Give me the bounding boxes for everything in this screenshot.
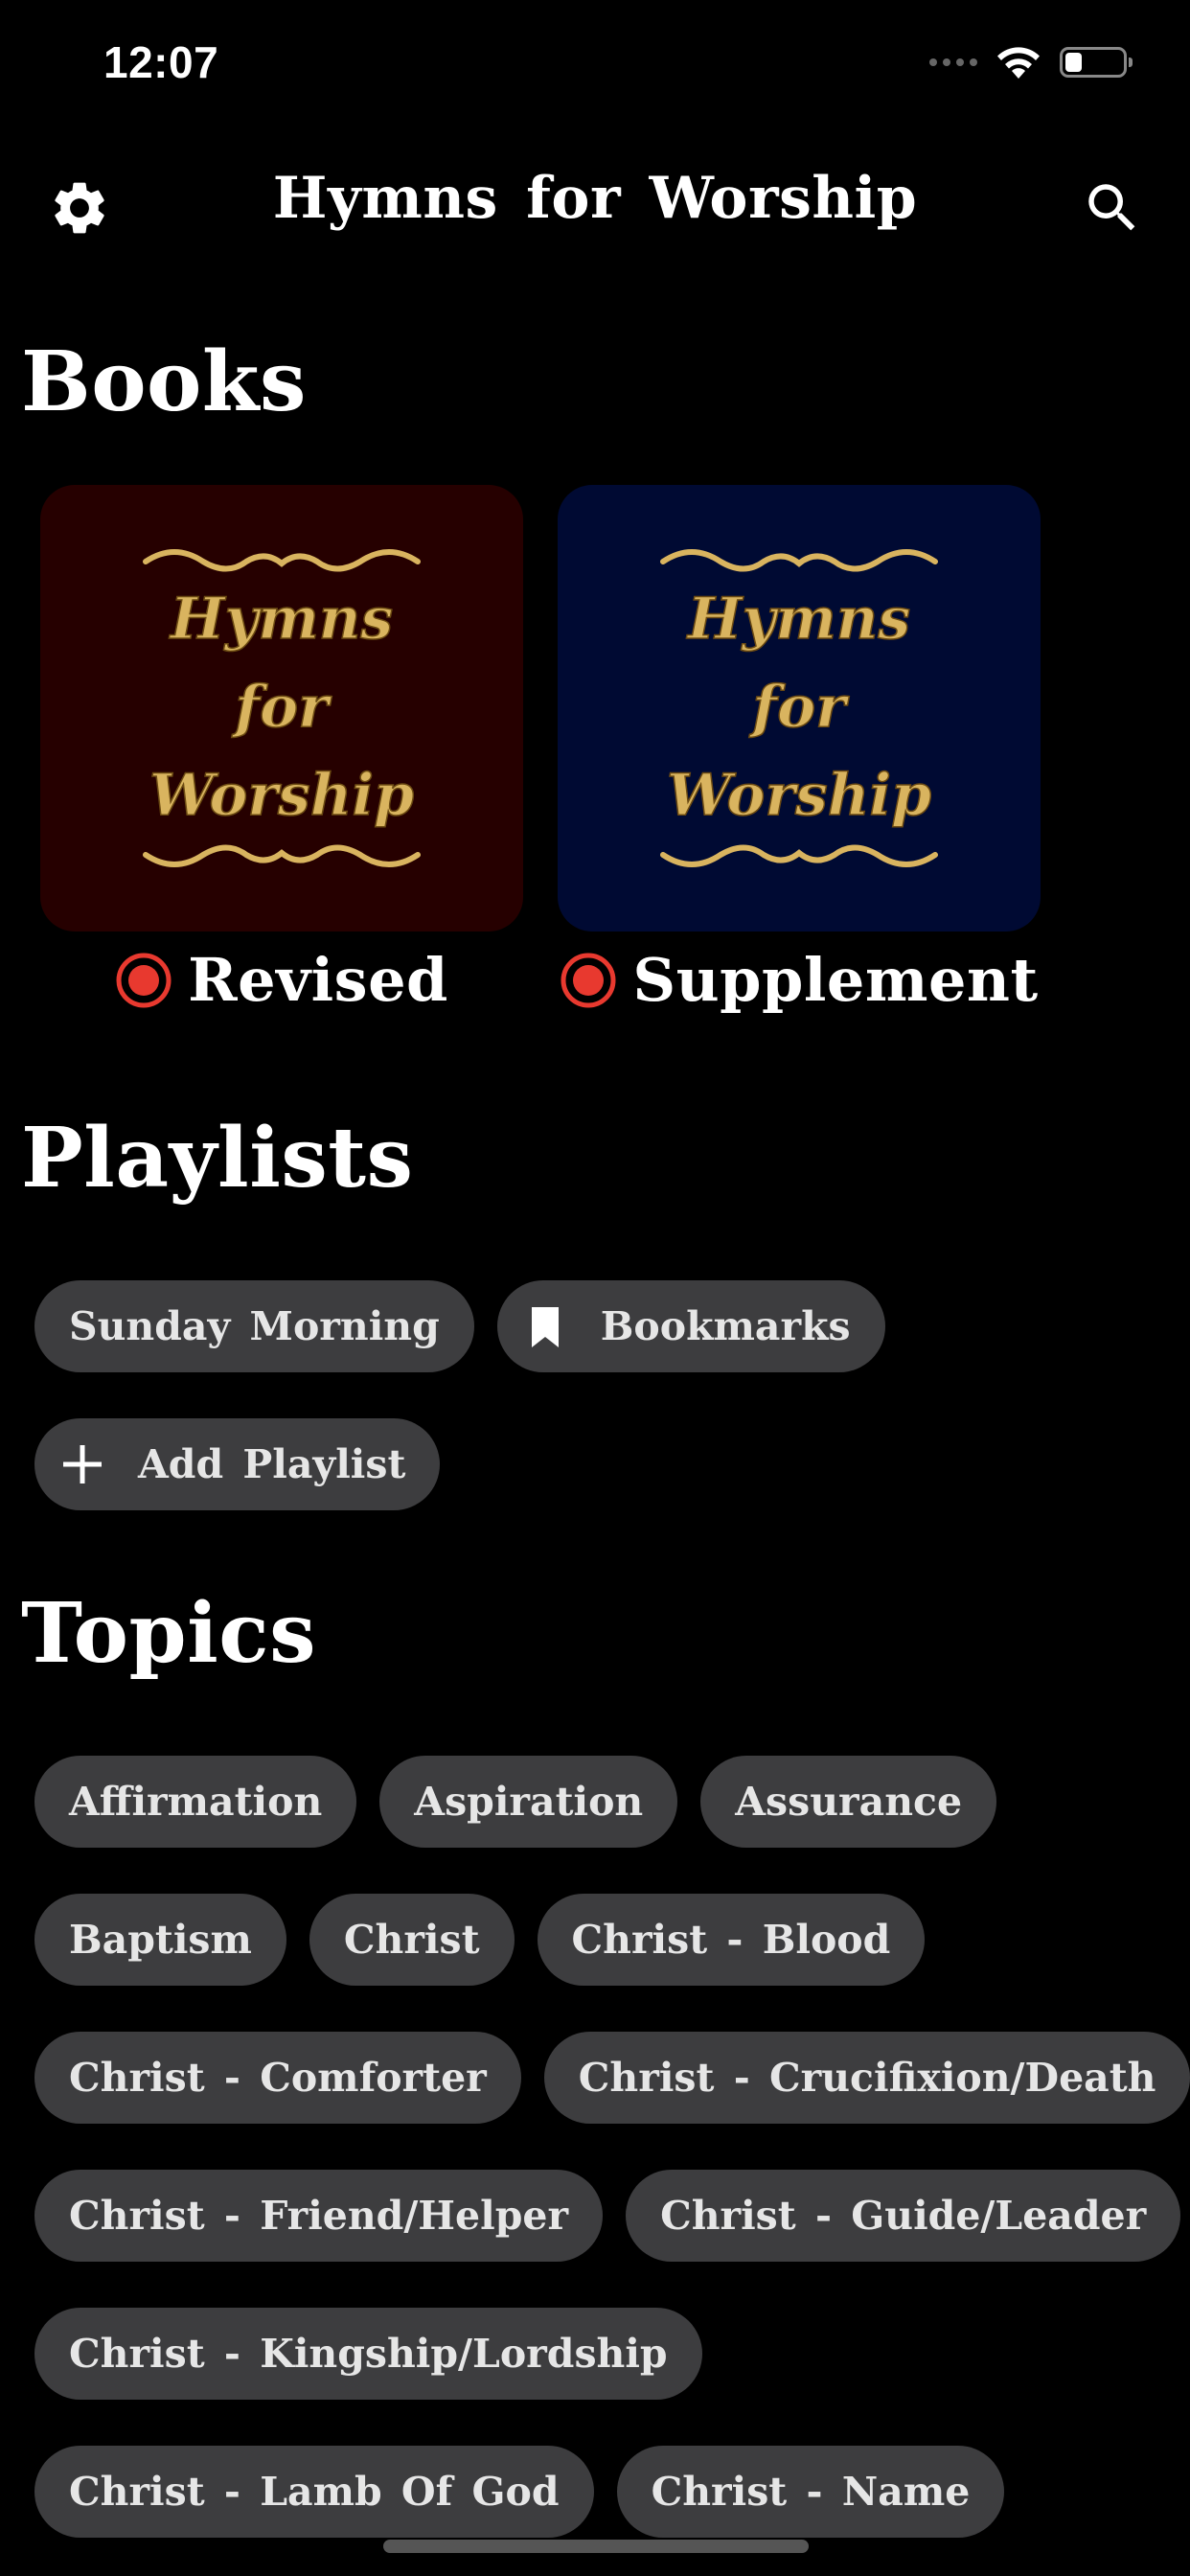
topic-chip[interactable]: Christ - Kingship/Lordship — [34, 2308, 702, 2400]
status-icons — [929, 44, 1133, 80]
topic-chip[interactable]: Christ - Blood — [537, 1894, 926, 1986]
chip-label: Christ - Name — [651, 2469, 971, 2515]
bookmark-icon — [531, 1307, 559, 1347]
home-indicator[interactable] — [383, 2540, 809, 2553]
book-supplement[interactable]: Hymns for Worship Supplement — [558, 485, 1041, 1015]
book-label: Revised — [188, 945, 448, 1015]
radio-selected-icon[interactable] — [560, 952, 617, 1009]
topic-row: Christ - Friend/Helper Christ - Guide/Le… — [34, 2170, 1181, 2262]
wifi-icon — [997, 47, 1040, 79]
topic-chip[interactable]: Christ - Crucifixion/Death — [543, 2032, 1190, 2124]
topic-chip[interactable]: Affirmation — [34, 1756, 357, 1848]
topic-row: Affirmation Aspiration Assurance — [34, 1756, 997, 1848]
book-revised[interactable]: Hymns for Worship Revised — [40, 485, 523, 1015]
topic-chip[interactable]: Christ - Guide/Leader — [626, 2170, 1181, 2262]
playlists-heading: Playlists — [21, 1110, 414, 1207]
chip-label: Christ - Friend/Helper — [69, 2193, 569, 2239]
books-heading: Books — [21, 334, 307, 430]
chip-label: Affirmation — [69, 1779, 323, 1825]
status-bar: 12:07 — [0, 0, 1190, 125]
topic-chip[interactable]: Christ - Comforter — [34, 2032, 521, 2124]
book-cover[interactable]: Hymns for Worship — [40, 485, 523, 932]
book-label: Supplement — [632, 945, 1039, 1015]
cover-line: Worship — [667, 762, 931, 829]
chip-label: Christ - Comforter — [69, 2055, 487, 2101]
chip-label: Christ - Lamb Of God — [69, 2469, 560, 2515]
playlist-row: Sunday Morning Bookmarks — [34, 1280, 885, 1372]
chip-label: Christ - Kingship/Lordship — [69, 2331, 668, 2377]
chip-label: Sunday Morning — [69, 1303, 440, 1349]
chip-label: Christ - Crucifixion/Death — [578, 2055, 1156, 2101]
nav-bar: Hymns for Worship — [0, 144, 1190, 268]
topic-row: Baptism Christ Christ - Blood — [34, 1894, 926, 1986]
playlist-row: Add Playlist — [34, 1418, 441, 1510]
book-cover[interactable]: Hymns for Worship — [558, 485, 1041, 932]
topic-chip[interactable]: Christ - Lamb Of God — [34, 2446, 594, 2538]
book-label-row[interactable]: Revised — [40, 945, 523, 1015]
topic-chip[interactable]: Christ - Friend/Helper — [34, 2170, 604, 2262]
status-time: 12:07 — [103, 37, 219, 87]
cover-line: Hymns — [686, 586, 910, 653]
chip-label: Bookmarks — [600, 1303, 851, 1349]
cellular-signal-icon — [929, 58, 977, 66]
chip-label: Christ - Blood — [571, 1917, 891, 1963]
chip-label: Add Playlist — [138, 1441, 406, 1487]
chip-label: Aspiration — [414, 1779, 644, 1825]
chip-label: Christ — [343, 1917, 480, 1963]
playlist-chip[interactable]: Sunday Morning — [34, 1280, 474, 1372]
search-icon[interactable] — [1081, 176, 1144, 240]
playlist-chip-bookmarks[interactable]: Bookmarks — [496, 1280, 885, 1372]
cover-line: Hymns — [169, 586, 393, 653]
topic-row: Christ - Lamb Of God Christ - Name — [34, 2446, 1005, 2538]
topic-row: Christ - Kingship/Lordship — [34, 2308, 702, 2400]
battery-icon — [1060, 47, 1133, 78]
topics-heading: Topics — [21, 1585, 317, 1682]
chip-label: Christ - Guide/Leader — [660, 2193, 1147, 2239]
plus-icon — [63, 1445, 102, 1484]
cover-line: for — [748, 674, 850, 741]
topic-row: Christ - Comforter Christ - Crucifixion/… — [34, 2032, 1190, 2124]
chip-label: Assurance — [735, 1779, 963, 1825]
topic-chip[interactable]: Christ — [309, 1894, 515, 1986]
topic-chip[interactable]: Assurance — [700, 1756, 997, 1848]
cover-line: Worship — [149, 762, 414, 829]
topic-chip[interactable]: Baptism — [34, 1894, 286, 1986]
add-playlist-button[interactable]: Add Playlist — [34, 1418, 441, 1510]
radio-selected-icon[interactable] — [115, 952, 172, 1009]
page-title: Hymns for Worship — [272, 165, 918, 232]
chip-label: Baptism — [69, 1917, 252, 1963]
topic-chip[interactable]: Aspiration — [379, 1756, 678, 1848]
book-label-row[interactable]: Supplement — [558, 945, 1041, 1015]
topic-chip[interactable]: Christ - Name — [616, 2446, 1005, 2538]
cover-line: for — [231, 674, 332, 741]
